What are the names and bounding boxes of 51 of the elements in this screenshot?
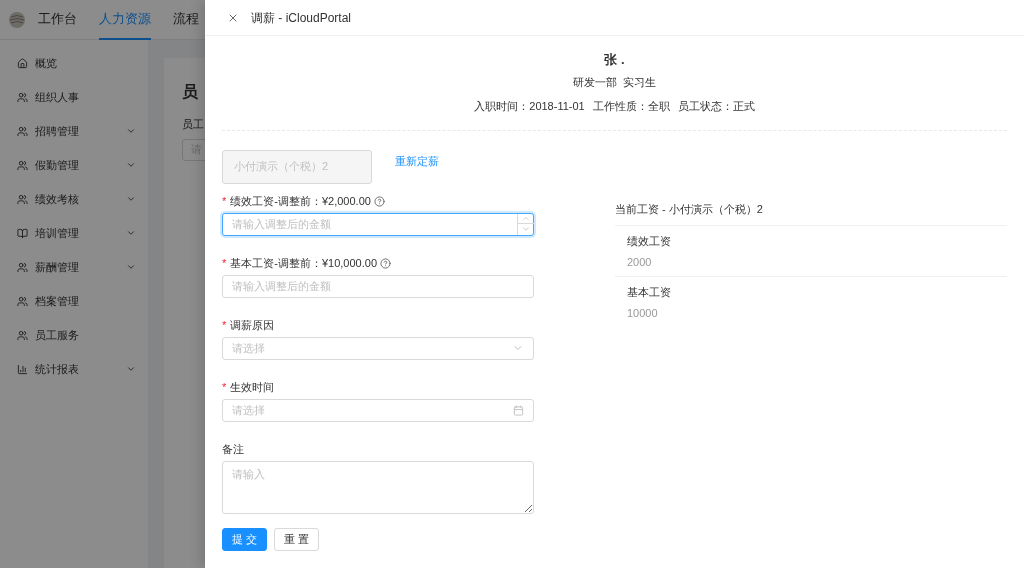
help-icon[interactable] bbox=[380, 258, 391, 269]
salary-item-name: 绩效工资 bbox=[627, 234, 672, 249]
sidebar-icon bbox=[17, 363, 28, 375]
sidebar-icon bbox=[17, 295, 28, 307]
sidebar-icon bbox=[17, 261, 28, 273]
sidebar-icon bbox=[17, 91, 28, 103]
sidebar-icon bbox=[17, 159, 28, 171]
current-salary-title: 当前工资 - 小付演示（个税）2 bbox=[615, 201, 764, 217]
sidebar-icon bbox=[17, 329, 28, 341]
calendar-icon bbox=[513, 404, 524, 416]
reset-button[interactable]: 重 置 bbox=[274, 527, 319, 551]
employee-info: 入职时间：2018-11-01 bbox=[474, 99, 585, 114]
salary-item-value: 2000 bbox=[627, 254, 653, 270]
sidebar-item[interactable]: 薪酬管理 bbox=[0, 250, 148, 284]
sidebar-item[interactable]: 培训管理 bbox=[0, 216, 148, 250]
nav-tab[interactable]: 流程 bbox=[173, 0, 199, 40]
sidebar-item[interactable]: 组织人事 bbox=[0, 80, 148, 114]
sidebar-item[interactable]: 招聘管理 bbox=[0, 114, 148, 148]
field-label: 基本工资-调整前：¥10,000.00 bbox=[230, 256, 377, 272]
salary-item-name: 基本工资 bbox=[627, 285, 672, 300]
position-text: 实习生 bbox=[623, 74, 656, 90]
submit-button[interactable]: 提 交 bbox=[222, 527, 267, 551]
sidebar-item[interactable]: 假勤管理 bbox=[0, 148, 148, 182]
employee-name: 张 . bbox=[604, 51, 625, 69]
help-icon[interactable] bbox=[373, 196, 385, 207]
sidebar-icon bbox=[17, 125, 28, 137]
sidebar-icon bbox=[17, 57, 28, 69]
field-label: 绩效工资-调整前：¥2,000.00 bbox=[230, 194, 371, 210]
required-mark: * bbox=[222, 380, 227, 396]
sidebar-item[interactable]: 统计报表 bbox=[0, 352, 148, 386]
sidebar-item[interactable]: 概览 bbox=[0, 46, 148, 80]
required-mark: * bbox=[222, 256, 227, 272]
drawer-title: 调薪 - iCloudPortal bbox=[251, 9, 352, 27]
required-mark: * bbox=[222, 194, 227, 210]
sidebar-item[interactable]: 绩效考核 bbox=[0, 182, 148, 216]
sidebar-item[interactable]: 档案管理 bbox=[0, 284, 148, 318]
filter-label: 员工 bbox=[182, 117, 204, 132]
page-title: 员 bbox=[182, 82, 198, 102]
salary-item-value: 10000 bbox=[627, 305, 659, 321]
sidebar-item[interactable]: 员工服务 bbox=[0, 318, 148, 352]
employee-info: 工作性质：全职 bbox=[592, 99, 670, 114]
field-label: 备注 bbox=[222, 442, 244, 458]
sidebar-icon bbox=[17, 227, 28, 239]
logo-icon bbox=[8, 10, 26, 29]
employee-info: 员工状态：正式 bbox=[677, 99, 755, 114]
department-text: 研发一部 bbox=[573, 74, 617, 90]
field-label: 调薪原因 bbox=[230, 318, 275, 334]
nav-tab[interactable]: 工作台 bbox=[38, 0, 77, 40]
field-label: 生效时间 bbox=[230, 380, 275, 396]
sidebar-icon bbox=[17, 193, 28, 205]
required-mark: * bbox=[222, 318, 227, 334]
